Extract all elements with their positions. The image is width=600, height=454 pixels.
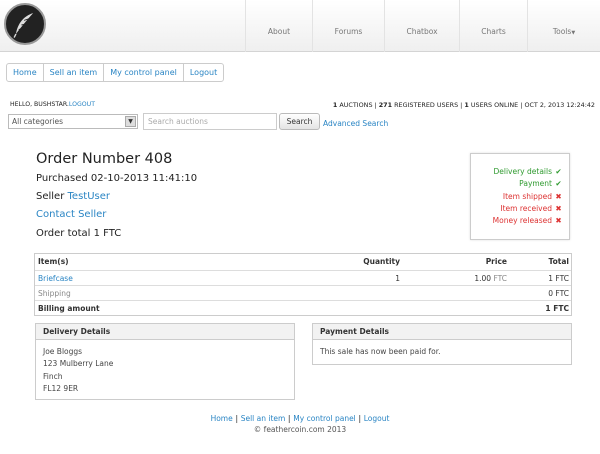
table-row: Shipping 0 FTC <box>35 285 571 300</box>
status-label: Item received <box>500 203 552 213</box>
item-price-unit: FTC <box>493 274 507 283</box>
category-select[interactable]: All categories ▼ <box>8 114 138 129</box>
nav-tools-label: Tools <box>552 27 572 36</box>
order-status-box: Delivery details ✔ Payment ✔ Item shipped ✖… <box>470 153 570 240</box>
footer-logout[interactable]: Logout <box>364 414 390 423</box>
copyright: © feathercoin.com 2013 <box>253 425 347 434</box>
seller-link[interactable]: TestUser <box>68 191 111 202</box>
col-items: Item(s) <box>38 257 69 266</box>
footer-control-panel[interactable]: My control panel <box>293 414 355 423</box>
address-line: Joe Bloggs <box>43 347 83 356</box>
top-menu: Home Sell an item My control panel Logou… <box>6 63 225 82</box>
table-row: Billing amount 1 FTC <box>35 300 571 315</box>
footer: Home | Sell an item | My control panel |… <box>0 414 600 434</box>
site-stats: 1 AUCTIONS | 271 REGISTERED USERS | 1 US… <box>332 101 595 109</box>
cross-icon: ✖ <box>555 216 562 226</box>
status-delivery-details: Delivery details ✔ <box>471 166 563 178</box>
item-total: 1 FTC <box>548 274 569 283</box>
table-row: Briefcase 1 1.00 FTC 1 FTC <box>35 270 571 285</box>
order-items-table: Item(s) Quantity Price Total Briefcase 1… <box>34 253 572 316</box>
menu-logout[interactable]: Logout <box>184 64 223 81</box>
auctions-count: 1 <box>332 101 338 109</box>
users-label: REGISTERED USERS <box>394 101 459 109</box>
table-header: Item(s) Quantity Price Total <box>35 254 571 270</box>
delivery-details-panel: Delivery Details Joe Bloggs 123 Mulberry… <box>35 323 295 400</box>
shipping-total: 0 FTC <box>548 289 569 298</box>
item-price: 1.00 FTC <box>400 271 507 285</box>
search-button[interactable]: Search <box>279 113 320 130</box>
col-price: Price <box>485 257 507 266</box>
item-link[interactable]: Briefcase <box>35 271 265 285</box>
status-payment: Payment ✔ <box>471 178 563 190</box>
payment-text: This sale has now been paid for. <box>320 347 441 356</box>
payment-details-panel: Payment Details This sale has now been p… <box>312 323 572 365</box>
item-qty: 1 <box>395 274 400 283</box>
delivery-title: Delivery Details <box>36 324 294 340</box>
status-money-released: Money released ✖ <box>471 215 563 227</box>
nav-chatbox[interactable]: Chatbox <box>384 0 459 52</box>
footer-home[interactable]: Home <box>211 414 233 423</box>
billing-label: Billing amount <box>38 304 100 313</box>
seller-label: Seller <box>36 191 65 202</box>
col-quantity: Quantity <box>363 257 400 266</box>
status-label: Delivery details <box>493 167 552 176</box>
cross-icon: ✖ <box>555 191 562 201</box>
check-icon: ✔ <box>555 167 562 176</box>
item-price-value: 1.00 <box>474 274 492 283</box>
nav-forums[interactable]: Forums <box>312 0 384 52</box>
address-line: FL12 9ER <box>43 384 79 394</box>
status-item-shipped: Item shipped ✖ <box>471 191 563 203</box>
select-arrow-icon: ▼ <box>125 116 136 127</box>
stats-datetime: OCT 2, 2013 12:24:42 <box>524 101 595 109</box>
payment-title: Payment Details <box>313 324 571 340</box>
navbar: About Forums Chatbox Charts Tools▼ <box>0 0 600 52</box>
search-input[interactable]: Search auctions <box>143 113 277 130</box>
category-value: All categories <box>12 117 63 126</box>
hello-text: HELLO, BUSHSTAR.LOGOUT <box>10 101 95 108</box>
purchased-date: Purchased 02-10-2013 11:41:10 <box>36 173 198 184</box>
hello-prefix: HELLO, BUSHSTAR. <box>10 101 69 108</box>
auctions-label: AUCTIONS <box>339 101 373 109</box>
cross-icon: ✖ <box>555 203 562 213</box>
contact-seller-link[interactable]: Contact Seller <box>36 209 106 220</box>
nav-charts[interactable]: Charts <box>459 0 527 52</box>
address-line: 123 Mulberry Lane <box>43 359 114 369</box>
feather-icon[interactable] <box>4 3 46 45</box>
online-label: USERS ONLINE <box>470 101 519 109</box>
caret-down-icon: ▼ <box>571 30 576 36</box>
status-label: Payment <box>519 179 552 189</box>
address-line: Finch <box>43 371 63 381</box>
users-count: 271 <box>378 101 393 109</box>
order-total: Order total 1 FTC <box>36 228 122 239</box>
hello-logout-link[interactable]: LOGOUT <box>69 101 95 108</box>
delivery-address: Joe Bloggs 123 Mulberry Lane Finch FL12 … <box>36 340 294 402</box>
status-label: Money released <box>492 216 552 226</box>
menu-home[interactable]: Home <box>7 64 44 81</box>
order-title: Order Number 408 <box>36 151 173 167</box>
status-label: Item shipped <box>502 191 552 201</box>
col-total: Total <box>548 257 570 266</box>
status-item-received: Item received ✖ <box>471 203 563 215</box>
menu-control-panel[interactable]: My control panel <box>104 64 184 81</box>
advanced-search-link[interactable]: Advanced Search <box>323 119 388 128</box>
shipping-label: Shipping <box>38 289 71 298</box>
nav-about[interactable]: About <box>245 0 312 52</box>
online-count: 1 <box>464 101 469 109</box>
menu-sell-item[interactable]: Sell an item <box>44 64 105 81</box>
nav-tools[interactable]: Tools▼ <box>527 0 600 52</box>
seller-line: Seller TestUser <box>36 191 110 202</box>
check-icon: ✔ <box>555 179 562 189</box>
footer-sell-item[interactable]: Sell an item <box>241 414 286 423</box>
billing-total: 1 FTC <box>545 304 569 313</box>
